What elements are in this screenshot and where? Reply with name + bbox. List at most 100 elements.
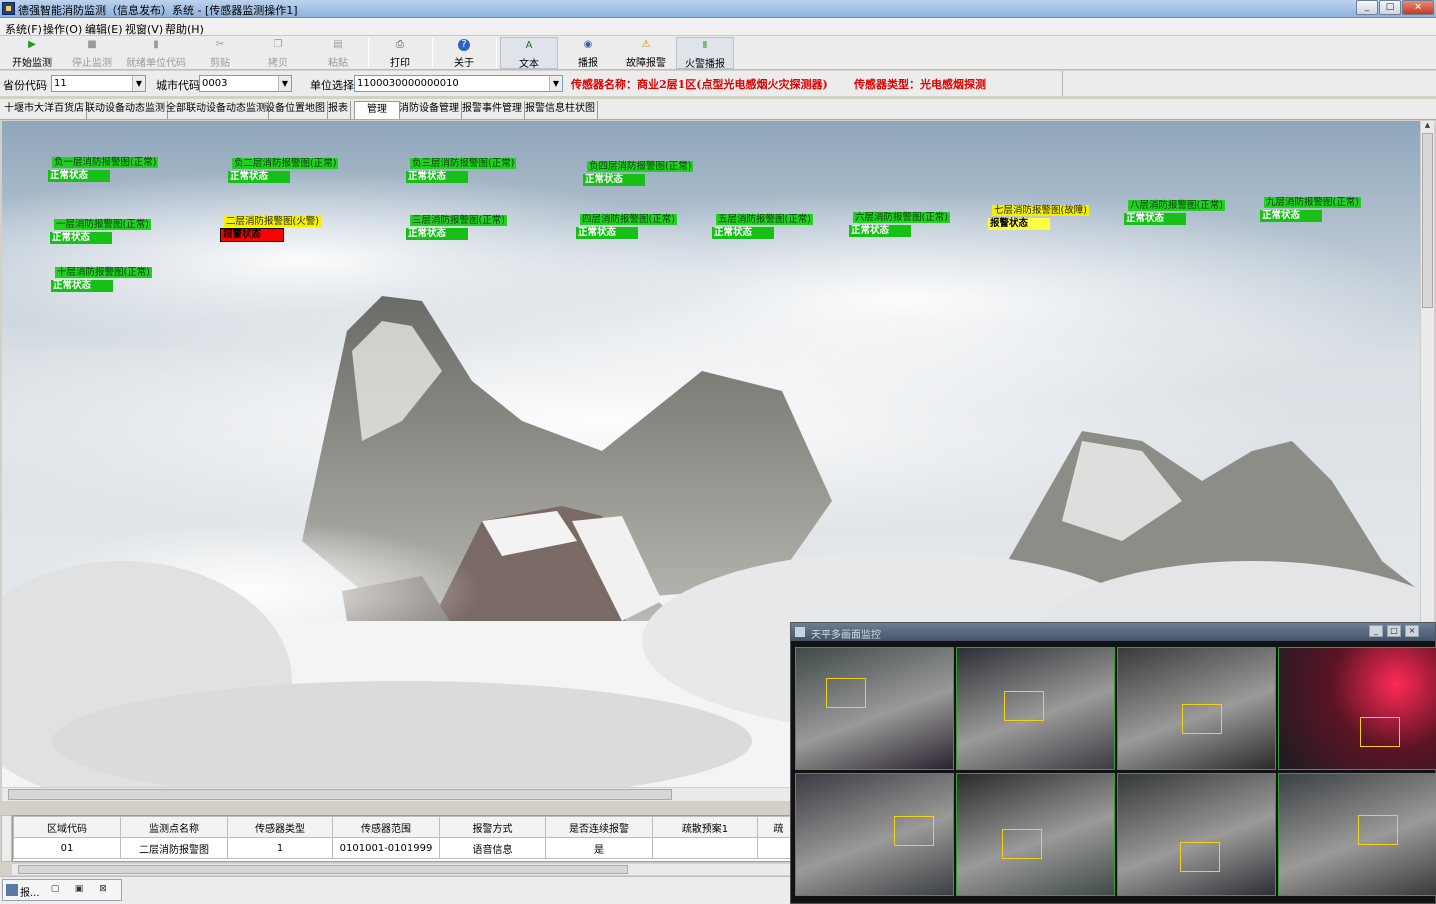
- sensor-marker[interactable]: 负三层消防报警图(正常) 正常状态: [406, 158, 517, 183]
- table-cell: 1: [227, 837, 333, 859]
- city-code-select[interactable]: 0003 ▼: [199, 75, 292, 92]
- app-icon: [2, 2, 15, 15]
- sensor-marker[interactable]: 十层消防报警图(正常) 正常状态: [51, 267, 152, 292]
- paste-button[interactable]: ▤ 粘贴: [310, 37, 366, 69]
- grid-column-header[interactable]: 是否连续报警: [545, 816, 653, 838]
- tab-store[interactable]: 十堰市大洋百货店: [2, 101, 87, 119]
- close-button[interactable]: ×: [1405, 625, 1419, 637]
- grid-column-header[interactable]: 报警方式: [439, 816, 546, 838]
- sensor-name-label: 六层消防报警图(正常): [853, 212, 950, 223]
- sensor-data-grid[interactable]: 区域代码 监测点名称 传感器类型 传感器范围 报警方式 是否连续报警 疏散预案1 疏 01 二层…: [12, 815, 800, 862]
- sensor-marker[interactable]: 负二层消防报警图(正常) 正常状态: [228, 158, 339, 183]
- sensor-marker[interactable]: 九层消防报警图(正常) 正常状态: [1260, 197, 1361, 222]
- chevron-down-icon: ▼: [278, 76, 291, 91]
- sensor-marker[interactable]: 负四层消防报警图(正常) 正常状态: [583, 161, 694, 186]
- sensor-status-badge: 报警状态: [220, 228, 285, 242]
- city-code-label: 城市代码: [156, 79, 200, 92]
- cctv-monitor-window[interactable]: 天平多画面监控 _ □ ×: [790, 622, 1436, 904]
- device-icon: ▮: [153, 39, 159, 50]
- scrollbar-thumb[interactable]: [8, 789, 672, 800]
- ready-unit-code-button[interactable]: ▮ 就绪单位代码: [124, 37, 188, 69]
- tab-manage[interactable]: 管理: [354, 101, 400, 119]
- print-button[interactable]: ⎙ 打印: [372, 37, 428, 69]
- table-cell: 语音信息: [439, 837, 546, 859]
- sensor-marker[interactable]: 八层消防报警图(正常) 正常状态: [1124, 200, 1225, 225]
- sensor-marker[interactable]: 二层消防报警图(火警) 报警状态: [220, 216, 321, 242]
- tab-alarm-event-manage[interactable]: 报警事件管理: [460, 101, 525, 119]
- scrollbar-thumb[interactable]: [18, 865, 628, 874]
- scroll-up-icon[interactable]: ▲: [1422, 121, 1433, 133]
- sensor-marker[interactable]: 五层消防报警图(正常) 正常状态: [712, 214, 813, 239]
- camera-feed[interactable]: [1278, 773, 1436, 896]
- motion-detect-box: [1004, 691, 1044, 721]
- table-row[interactable]: 01 二层消防报警图 1 0101001-0101999 语音信息是: [13, 837, 800, 859]
- motion-detect-box: [1182, 704, 1222, 734]
- copy-button[interactable]: ❐ 拷贝: [250, 37, 306, 69]
- restore-button[interactable]: ▢: [47, 881, 63, 897]
- unit-select[interactable]: 1100030000000010 ▼: [354, 75, 563, 92]
- stop-icon: ■: [87, 39, 97, 50]
- about-button[interactable]: ? 关于: [436, 37, 492, 69]
- close-button[interactable]: ⊠: [95, 881, 111, 897]
- tab-alarm-bar-chart[interactable]: 报警信息柱状图: [523, 101, 598, 119]
- camera-feed[interactable]: [956, 647, 1115, 770]
- sensor-status-badge: 正常状态: [583, 174, 646, 186]
- sensor-marker[interactable]: 一层消防报警图(正常) 正常状态: [50, 219, 151, 244]
- tab-all-linked-device-monitor[interactable]: 全部联动设备动态监测: [164, 101, 269, 119]
- camera-feed[interactable]: [795, 773, 954, 896]
- sensor-status-badge: 报警状态: [988, 218, 1051, 230]
- tab-linked-device-monitor[interactable]: 联动设备动态监测: [83, 101, 168, 119]
- sensor-name-label: 负三层消防报警图(正常): [410, 158, 517, 169]
- menu-edit[interactable]: 编辑(E): [85, 21, 123, 37]
- menu-help[interactable]: 帮助(H): [165, 21, 204, 37]
- sensor-marker[interactable]: 负一层消防报警图(正常) 正常状态: [48, 157, 159, 182]
- fault-alarm-button[interactable]: ⚠ 故障报警: [618, 37, 674, 69]
- motion-detect-box: [1180, 842, 1220, 872]
- menu-system[interactable]: 系统(F): [5, 21, 42, 37]
- tab-device-location-map[interactable]: 设备位置地图: [263, 101, 328, 119]
- sensor-marker[interactable]: 六层消防报警图(正常) 正常状态: [849, 212, 950, 237]
- start-monitor-button[interactable]: ▶ 开始监测: [4, 37, 60, 69]
- maximize-button[interactable]: □: [1387, 625, 1401, 637]
- tab-report[interactable]: 报表: [326, 101, 351, 119]
- camera-feed[interactable]: [795, 647, 954, 770]
- camera-feed[interactable]: [1117, 773, 1276, 896]
- province-code-select[interactable]: 11 ▼: [51, 75, 146, 92]
- copy-icon: ❐: [273, 39, 283, 50]
- camera-feed[interactable]: [1117, 647, 1276, 770]
- pause-icon: Ⅱ: [702, 40, 708, 51]
- grid-column-header[interactable]: 区域代码: [13, 816, 121, 838]
- minimize-button[interactable]: _: [1369, 625, 1383, 637]
- grid-horizontal-scrollbar[interactable]: [12, 863, 798, 875]
- menu-bar: 系统(F) 操作(O) 编辑(E) 视窗(V) 帮助(H): [0, 18, 1436, 36]
- close-button[interactable]: ×: [1402, 0, 1434, 15]
- grid-column-header[interactable]: 疏散预案1: [652, 816, 758, 838]
- grid-column-header[interactable]: 监测点名称: [120, 816, 228, 838]
- grid-column-header[interactable]: 传感器范围: [332, 816, 440, 838]
- minimized-window-item[interactable]: 报... ▢ ▣ ⊠: [2, 879, 122, 901]
- speaker-icon: ◉: [583, 39, 593, 50]
- scrollbar-thumb[interactable]: [1422, 133, 1433, 308]
- broadcast-button[interactable]: ◉ 播报: [560, 37, 616, 69]
- menu-view[interactable]: 视窗(V): [125, 21, 163, 37]
- text-icon: A: [525, 40, 533, 51]
- sensor-status-badge: 正常状态: [406, 171, 469, 183]
- fire-broadcast-button[interactable]: Ⅱ 火警播报: [676, 37, 734, 70]
- maximize-button[interactable]: ▣: [71, 881, 87, 897]
- title-bar: 德强智能消防监测（信息发布）系统 - [传感器监测操作1] _ □ ×: [0, 0, 1436, 18]
- text-button[interactable]: A 文本: [500, 37, 558, 70]
- stop-monitor-button[interactable]: ■ 停止监测: [64, 37, 120, 69]
- minimize-button[interactable]: _: [1356, 0, 1378, 15]
- menu-operation[interactable]: 操作(O): [43, 21, 82, 37]
- camera-feed[interactable]: [956, 773, 1115, 896]
- sensor-status-badge: 正常状态: [1124, 213, 1187, 225]
- grid-column-header[interactable]: 传感器类型: [227, 816, 333, 838]
- camera-feed[interactable]: [1278, 647, 1436, 770]
- tab-fire-device-manage[interactable]: 消防设备管理: [397, 101, 462, 119]
- sensor-marker[interactable]: 四层消防报警图(正常) 正常状态: [576, 214, 677, 239]
- sensor-marker[interactable]: 三层消防报警图(正常) 正常状态: [406, 215, 507, 240]
- sensor-marker[interactable]: 七层消防报警图(故障) 报警状态: [988, 205, 1089, 230]
- cut-button[interactable]: ✂ 剪贴: [192, 37, 248, 69]
- maximize-button[interactable]: □: [1379, 0, 1401, 15]
- cctv-title-bar: 天平多画面监控 _ □ ×: [791, 623, 1435, 641]
